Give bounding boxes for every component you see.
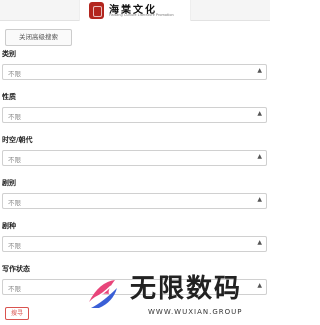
watermark-url: WWW.WUXIAN.GROUP bbox=[148, 308, 243, 316]
select-value: 不限 bbox=[8, 70, 21, 78]
select-drama-type[interactable]: 不限 ▲︎ bbox=[2, 193, 267, 209]
chevron-down-icon: ▲︎ bbox=[257, 67, 262, 74]
field-label-category: 类别 bbox=[2, 50, 16, 58]
field-label-era: 时空/朝代 bbox=[2, 136, 33, 144]
select-value: 不限 bbox=[8, 156, 21, 164]
field-label-drama-type: 剧别 bbox=[2, 179, 16, 187]
select-nature[interactable]: 不限 ▲︎ bbox=[2, 107, 267, 123]
select-value: 不限 bbox=[8, 242, 21, 250]
chevron-down-icon: ▲︎ bbox=[257, 153, 262, 160]
select-value: 不限 bbox=[8, 199, 21, 207]
watermark: 无限数码 WWW.WUXIAN.GROUP bbox=[80, 273, 270, 325]
field-label-drama-genre: 剧种 bbox=[2, 222, 16, 230]
watermark-text: 无限数码 bbox=[130, 274, 243, 304]
select-value: 不限 bbox=[8, 113, 21, 121]
select-drama-genre[interactable]: 不限 ▲︎ bbox=[2, 236, 267, 252]
chevron-down-icon: ▲︎ bbox=[257, 196, 262, 203]
seal-icon bbox=[89, 2, 104, 19]
select-era[interactable]: 不限 ▲︎ bbox=[2, 150, 267, 166]
field-label-nature: 性质 bbox=[2, 93, 16, 101]
chevron-down-icon: ▲︎ bbox=[257, 239, 262, 246]
search-button[interactable]: 搜寻 bbox=[5, 307, 29, 320]
header: 海棠文化 Haitang Culture Literature Promotio… bbox=[0, 0, 270, 21]
chevron-down-icon: ▲︎ bbox=[257, 110, 262, 117]
field-label-writing-status: 写作状态 bbox=[2, 265, 30, 273]
site-logo[interactable]: 海棠文化 Haitang Culture Literature Promotio… bbox=[79, 0, 191, 21]
page: 海棠文化 Haitang Culture Literature Promotio… bbox=[0, 0, 270, 325]
select-category[interactable]: 不限 ▲︎ bbox=[2, 64, 267, 80]
logo-subtitle: Haitang Culture Literature Promotion bbox=[109, 13, 174, 17]
select-value: 不限 bbox=[8, 285, 21, 293]
watermark-logo-icon bbox=[89, 280, 117, 308]
close-advanced-search-button[interactable]: 关闭高级搜索 bbox=[5, 29, 72, 46]
